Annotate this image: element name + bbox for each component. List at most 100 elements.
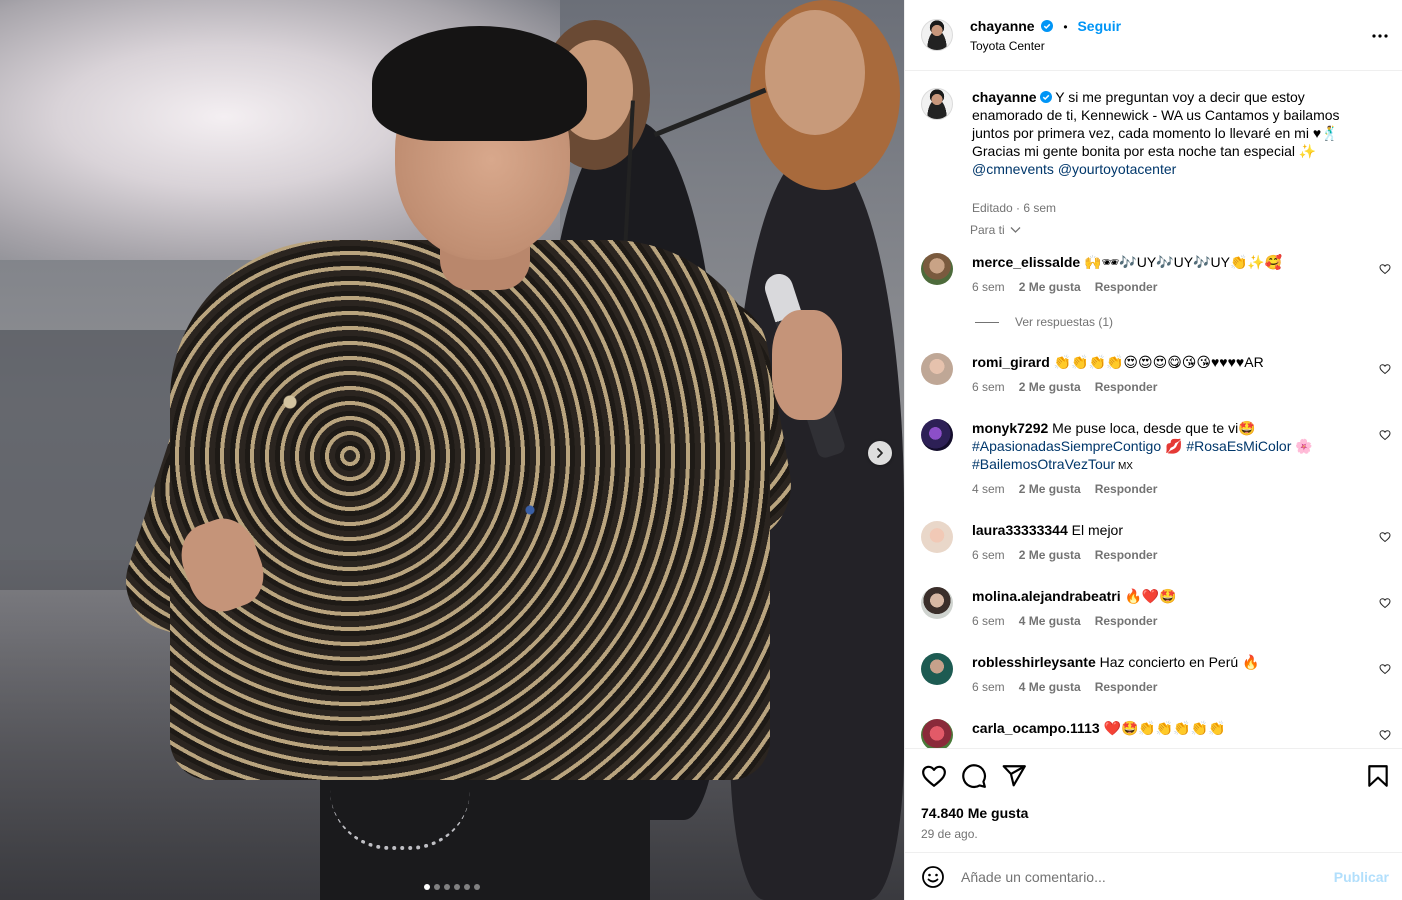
follow-button[interactable]: Seguir [1077, 18, 1121, 34]
comment-icon[interactable] [961, 763, 987, 789]
comment-body: romi_girard 👏👏👏👏😍😍😍😋😘😘♥♥♥♥AR [972, 353, 1352, 371]
comment-likes[interactable]: 4 Me gusta [1019, 614, 1081, 628]
publish-button[interactable]: Publicar [1334, 869, 1389, 885]
comment-meta: 6 sem 4 Me gusta Responder [972, 680, 1157, 694]
mention-link[interactable]: @cmnevents [972, 161, 1054, 177]
emoji-icon[interactable] [921, 865, 945, 889]
comment-suffix: MX [1115, 461, 1133, 472]
comment-username[interactable]: monyk7292 [972, 420, 1048, 436]
commenter-avatar[interactable] [921, 521, 953, 553]
reply-button[interactable]: Responder [1095, 482, 1158, 496]
post-actions: 74.840 Me gusta 29 de ago. [905, 748, 1402, 852]
reply-button[interactable]: Responder [1095, 280, 1158, 294]
comment-username[interactable]: carla_ocampo.1113 [972, 720, 1100, 736]
caption-body: chayanne Y si me preguntan voy a decir q… [972, 88, 1352, 178]
carousel-dot [424, 884, 430, 890]
carousel-dot [474, 884, 480, 890]
comment-likes[interactable]: 2 Me gusta [1019, 380, 1081, 394]
comment-username[interactable]: roblesshirleysante [972, 654, 1096, 670]
comment-composer: Publicar [905, 852, 1402, 900]
commenter-avatar[interactable] [921, 253, 953, 285]
comment-body: laura33333344 El mejor [972, 521, 1352, 539]
bookmark-icon[interactable] [1365, 763, 1391, 789]
comment-time: 6 sem [972, 548, 1005, 562]
comment-likes[interactable]: 2 Me gusta [1019, 280, 1081, 294]
post-date[interactable]: 29 de ago. [921, 827, 978, 841]
comment-emoji: 💋 [1161, 438, 1187, 454]
chevron-down-icon [1010, 227, 1021, 233]
likes-count[interactable]: 74.840 Me gusta [921, 805, 1028, 821]
comment-heart-icon[interactable] [1379, 263, 1391, 275]
hashtag-link[interactable]: #ApasionadasSiempreContigo [972, 438, 1161, 454]
comment-sort-filter[interactable]: Para ti [970, 223, 1021, 237]
separator-dot: • [1063, 20, 1068, 34]
comment-item: merce_elissalde 🙌🕶🎶UY🎶UY🎶UY👏✨🥰 6 sem 2 M… [921, 253, 1391, 333]
replies-line [975, 322, 999, 324]
mention-link[interactable]: @yourtoyotacenter [1058, 161, 1177, 177]
comment-likes[interactable]: 2 Me gusta [1019, 482, 1081, 496]
comment-body: molina.alejandrabeatri 🔥❤️🤩 [972, 587, 1352, 605]
author-username[interactable]: chayanne [970, 18, 1035, 34]
commenter-avatar[interactable] [921, 719, 953, 748]
comment-time: 6 sem [972, 380, 1005, 394]
comment-text: 🙌🕶🎶UY🎶UY🎶UY👏✨🥰 [1084, 254, 1283, 270]
view-replies-label: Ver respuestas (1) [1015, 315, 1114, 329]
more-options-icon[interactable] [1371, 27, 1389, 45]
comment-time: 6 sem [972, 680, 1005, 694]
hashtag-link[interactable]: #BailemosOtraVezTour [972, 456, 1115, 472]
comment-input[interactable] [961, 865, 1321, 889]
reply-button[interactable]: Responder [1095, 548, 1158, 562]
post-location[interactable]: Toyota Center [970, 39, 1045, 53]
heart-icon[interactable] [921, 763, 947, 789]
comment-item: roblesshirleysante Haz concierto en Perú… [921, 653, 1391, 703]
comment-heart-icon[interactable] [1379, 729, 1391, 741]
comment-meta: 4 sem 2 Me gusta Responder [972, 482, 1157, 496]
commenter-avatar[interactable] [921, 353, 953, 385]
commenter-avatar[interactable] [921, 419, 953, 451]
caption-username[interactable]: chayanne [972, 89, 1037, 105]
comment-likes[interactable]: 4 Me gusta [1019, 680, 1081, 694]
author-avatar[interactable] [921, 19, 953, 51]
comment-item: carla_ocampo.1113 ❤️🤩👏👏👏👏👏 [921, 719, 1391, 748]
comment-heart-icon[interactable] [1379, 597, 1391, 609]
comment-text: ❤️🤩👏👏👏👏👏 [1103, 720, 1226, 736]
comment-time: 4 sem [972, 482, 1005, 496]
carousel-dots [0, 884, 904, 890]
comment-username[interactable]: romi_girard [972, 354, 1050, 370]
comment-username[interactable]: laura33333344 [972, 522, 1068, 538]
caption-edited-time: Editado · 6 sem [972, 201, 1057, 215]
performer-shirt [170, 240, 770, 780]
post-caption: chayanne Y si me preguntan voy a decir q… [921, 88, 1391, 228]
reply-button[interactable]: Responder [1095, 614, 1158, 628]
post-side-panel: chayanne • Seguir Toyota Center chayanne… [904, 0, 1402, 900]
reply-button[interactable]: Responder [1095, 680, 1158, 694]
comment-heart-icon[interactable] [1379, 363, 1391, 375]
comment-time: 6 sem [972, 280, 1005, 294]
verified-badge-icon [1041, 20, 1054, 32]
comment-text: 🔥❤️🤩 [1124, 588, 1177, 604]
comment-text: El mejor [1071, 522, 1124, 538]
comment-meta: 6 sem 4 Me gusta Responder [972, 614, 1157, 628]
comment-username[interactable]: molina.alejandrabeatri [972, 588, 1121, 604]
reply-button[interactable]: Responder [1095, 380, 1158, 394]
carousel-dot [454, 884, 460, 890]
comment-heart-icon[interactable] [1379, 531, 1391, 543]
post-media[interactable] [0, 0, 904, 900]
comment-meta: 6 sem 2 Me gusta Responder [972, 380, 1157, 394]
share-icon[interactable] [1001, 763, 1027, 789]
commenter-avatar[interactable] [921, 653, 953, 685]
comment-body: merce_elissalde 🙌🕶🎶UY🎶UY🎶UY👏✨🥰 [972, 253, 1352, 271]
commenter-avatar[interactable] [921, 587, 953, 619]
comment-text: Me puse loca, desde que te vi🤩 [1052, 420, 1256, 436]
comment-heart-icon[interactable] [1379, 429, 1391, 441]
comment-username[interactable]: merce_elissalde [972, 254, 1080, 270]
comment-likes[interactable]: 2 Me gusta [1019, 548, 1081, 562]
comment-heart-icon[interactable] [1379, 663, 1391, 675]
caption-avatar[interactable] [921, 88, 953, 120]
hashtag-link[interactable]: #RosaEsMiColor [1186, 438, 1291, 454]
comments-list[interactable]: chayanne Y si me preguntan voy a decir q… [905, 72, 1402, 748]
view-replies-button[interactable]: Ver respuestas (1) [975, 315, 1113, 329]
carousel-dot [434, 884, 440, 890]
carousel-next-button[interactable] [868, 441, 892, 465]
comment-body: carla_ocampo.1113 ❤️🤩👏👏👏👏👏 [972, 719, 1352, 737]
